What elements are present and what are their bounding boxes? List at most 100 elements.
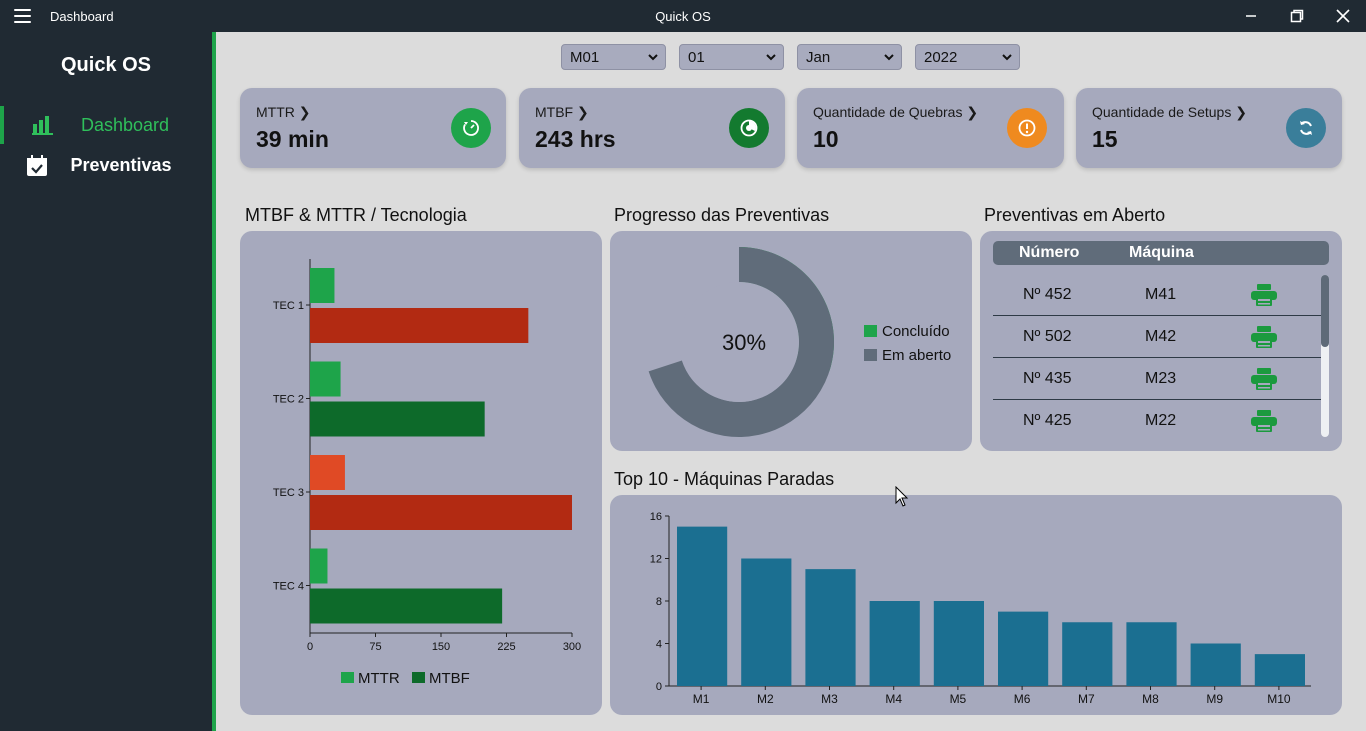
- legend-label-mtbf: MTBF: [429, 670, 470, 687]
- kpi-value: 15: [1092, 126, 1118, 152]
- x-tick-label: M6: [1014, 692, 1031, 706]
- x-tick-label: 75: [369, 641, 381, 653]
- kpi-label: MTTR ❯: [256, 104, 311, 120]
- sidebar-item-preventivas[interactable]: Preventivas: [0, 146, 212, 184]
- hamburger-menu-icon[interactable]: [14, 9, 36, 25]
- bar-mtbf: [310, 588, 503, 624]
- bar-mtbf: [310, 308, 529, 343]
- bar-mtbf: [310, 495, 572, 530]
- mouse-cursor-icon: [895, 486, 909, 507]
- title-bar: Dashboard Quick OS: [0, 0, 1366, 32]
- kpi-value: 39 min: [256, 126, 329, 152]
- kpi-label: Quantidade de Setups ❯: [1092, 104, 1247, 120]
- y-tick-label: TEC 4: [273, 581, 304, 593]
- window-page-name: Dashboard: [50, 9, 114, 24]
- bar-mttr: [310, 548, 328, 584]
- day-select[interactable]: 01: [679, 44, 784, 70]
- bar: [677, 526, 728, 686]
- chevron-down-icon: [648, 54, 658, 61]
- x-tick-label: M10: [1267, 692, 1291, 706]
- kpi-label: MTBF ❯: [535, 104, 589, 120]
- kpi-value: 243 hrs: [535, 126, 616, 152]
- x-tick-label: 300: [563, 641, 581, 653]
- chevron-right-icon: ❯: [577, 104, 589, 120]
- day-select-value: 01: [688, 48, 705, 66]
- scrollbar-thumb[interactable]: [1321, 275, 1329, 347]
- year-select[interactable]: 2022: [915, 44, 1020, 70]
- y-tick-label: 16: [650, 511, 662, 523]
- chevron-down-icon: [884, 54, 894, 61]
- x-tick-label: 225: [497, 641, 515, 653]
- sidebar-item-label: Dashboard: [80, 114, 170, 135]
- table-header: Número Máquina: [993, 241, 1329, 265]
- section-title-top10: Top 10 - Máquinas Paradas: [614, 469, 835, 489]
- machine-select[interactable]: M01: [561, 44, 666, 70]
- x-tick-label: M1: [693, 692, 710, 706]
- kpi-card-mtbf[interactable]: MTBF ❯ 243 hrs: [519, 88, 785, 168]
- y-tick-label: TEC 2: [273, 394, 304, 406]
- section-title-progress: Progresso das Preventivas: [614, 205, 830, 225]
- sidebar-brand: Quick OS: [60, 54, 152, 76]
- minimize-icon[interactable]: [1228, 0, 1274, 32]
- main-content: M01 01 Jan 2022 MTTR ❯ 39 min MTBF ❯ 243…: [216, 32, 1366, 731]
- progress-donut-chart: Concluído Em aberto 30%: [648, 247, 951, 437]
- kpi-card-setups[interactable]: Quantidade de Setups ❯ 15: [1076, 88, 1342, 168]
- chevron-down-icon: [1002, 54, 1012, 61]
- bar: [1254, 654, 1305, 686]
- close-icon[interactable]: [1320, 0, 1366, 32]
- timer-icon: [451, 108, 491, 148]
- y-tick-label: TEC 1: [273, 300, 304, 312]
- bar: [933, 601, 984, 686]
- legend-swatch: [864, 349, 877, 361]
- chevron-right-icon: ❯: [966, 104, 979, 120]
- bar: [869, 601, 920, 686]
- kpi-value: 10: [813, 126, 839, 152]
- printer-icon[interactable]: [1251, 410, 1277, 432]
- sidebar-item-dashboard[interactable]: Dashboard: [0, 106, 212, 144]
- donut-center-label: 30%: [722, 330, 766, 355]
- x-tick-label: M9: [1206, 692, 1223, 706]
- table-row: Nº 425 M22: [993, 400, 1321, 442]
- table-row: Nº 502 M42: [993, 316, 1321, 358]
- month-select[interactable]: Jan: [797, 44, 902, 70]
- cell-maquina: M22: [1145, 412, 1177, 429]
- y-tick-label: 8: [656, 596, 662, 608]
- bar-mttr: [310, 455, 345, 490]
- top10-chart: 0 4 8 12 16 M1 M2 M3 M4 M5 M6 M7 M8 M9 M10: [650, 511, 1311, 706]
- x-tick-label: M8: [1142, 692, 1159, 706]
- y-tick-label: 4: [656, 639, 662, 651]
- legend-label: Concluído: [882, 323, 950, 340]
- top10-panel: 0 4 8 12 16 M1 M2 M3 M4 M5 M6 M7 M8 M9 M10: [610, 495, 1342, 715]
- printer-icon[interactable]: [1251, 326, 1277, 348]
- kpi-card-quebras[interactable]: Quantidade de Quebras ❯ 10: [797, 88, 1064, 168]
- cell-numero: Nº 452: [1023, 286, 1072, 303]
- bar: [805, 569, 856, 686]
- cell-numero: Nº 425: [1023, 412, 1072, 429]
- x-tick-label: M7: [1078, 692, 1095, 706]
- chevron-right-icon: ❯: [298, 104, 311, 120]
- open-preventivas-panel: Número Máquina Nº 452 M41 Nº 502 M42 Nº 435 M…: [980, 231, 1342, 451]
- bar: [1062, 622, 1113, 686]
- section-title-open: Preventivas em Aberto: [984, 205, 1166, 225]
- bar: [1126, 622, 1177, 686]
- bar-mttr: [310, 268, 335, 303]
- legend-swatch-mtbf: [412, 672, 425, 683]
- year-select-value: 2022: [924, 48, 958, 66]
- sync-icon: [1286, 108, 1326, 148]
- table-row: Nº 435 M23: [993, 358, 1321, 400]
- bar: [998, 611, 1049, 686]
- printer-icon[interactable]: [1251, 368, 1277, 390]
- kpi-label: Quantidade de Quebras ❯: [813, 104, 979, 120]
- x-tick-label: M3: [821, 692, 838, 706]
- kpi-card-mttr[interactable]: MTTR ❯ 39 min: [240, 88, 506, 168]
- legend-label: Em aberto: [882, 347, 951, 364]
- restore-icon[interactable]: [1274, 0, 1320, 32]
- table-row: Nº 452 M41: [993, 274, 1321, 316]
- cell-maquina: M41: [1145, 286, 1177, 303]
- y-tick-label: 12: [650, 554, 662, 566]
- x-tick-label: M4: [885, 692, 902, 706]
- bar: [741, 558, 792, 686]
- cell-numero: Nº 502: [1023, 328, 1072, 345]
- month-select-value: Jan: [806, 48, 831, 66]
- printer-icon[interactable]: [1251, 284, 1277, 306]
